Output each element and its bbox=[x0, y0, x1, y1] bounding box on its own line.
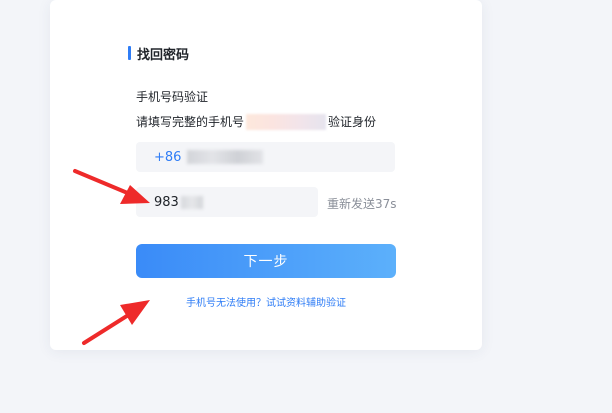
resend-code-button[interactable]: 重新发送37s bbox=[327, 195, 397, 212]
verify-description: 请填写完整的手机号 验证身份 bbox=[136, 113, 376, 130]
redacted-phone-hint bbox=[246, 113, 327, 130]
desc-suffix: 验证身份 bbox=[328, 115, 377, 129]
country-code[interactable]: +86 bbox=[154, 150, 181, 165]
next-step-label: 下一步 bbox=[243, 254, 289, 270]
title-accent-bar bbox=[128, 46, 131, 60]
section-header: 找回密码 bbox=[128, 44, 190, 63]
next-step-button[interactable]: 下一步 bbox=[136, 244, 396, 278]
redacted-phone-number bbox=[187, 150, 264, 164]
desc-prefix: 请填写完整的手机号 bbox=[136, 115, 245, 129]
alternative-verification-link[interactable]: 手机号无法使用？试试资料辅助验证 bbox=[50, 294, 482, 309]
page-title: 找回密码 bbox=[137, 47, 190, 63]
phone-input[interactable]: +86 bbox=[136, 142, 395, 172]
verify-subtitle: 手机号码验证 bbox=[136, 90, 209, 104]
verification-code-input[interactable]: 983 bbox=[136, 187, 318, 217]
code-value: 983 bbox=[154, 194, 179, 210]
recovery-card: 找回密码 手机号码验证 请填写完整的手机号 验证身份 +86 983 重新发送3… bbox=[50, 0, 482, 350]
redacted-code-digits bbox=[180, 195, 203, 209]
